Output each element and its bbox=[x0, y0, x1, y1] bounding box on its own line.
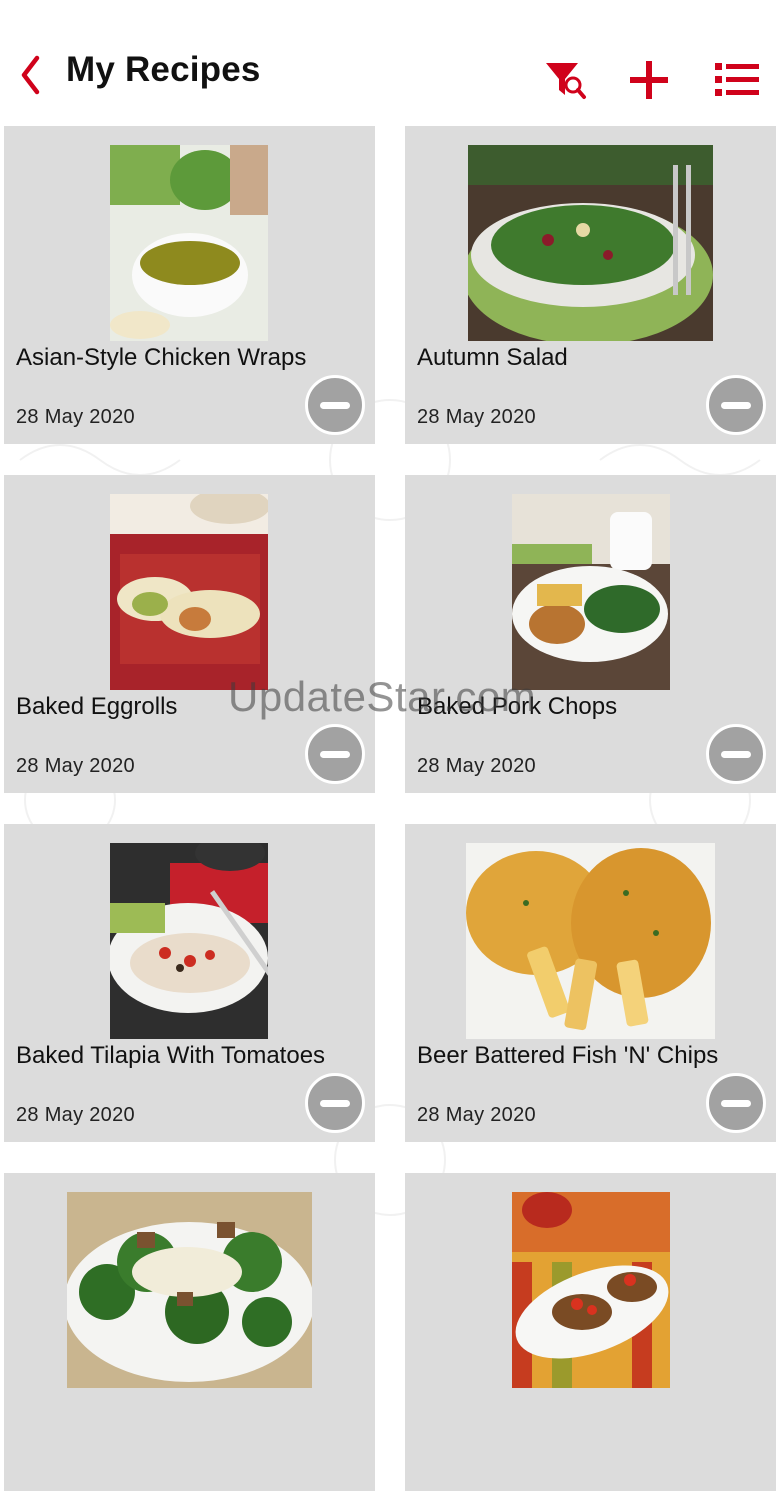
recipe-photo bbox=[110, 843, 268, 1039]
recipe-date: 28 May 2020 bbox=[417, 755, 536, 777]
recipe-title: Baked Pork Chops bbox=[417, 693, 618, 720]
recipe-card[interactable]: Baked Pork Chops 28 May 2020 bbox=[405, 475, 776, 793]
filter-search-icon bbox=[546, 63, 586, 99]
recipe-photo bbox=[110, 494, 268, 690]
remove-recipe-button[interactable] bbox=[706, 724, 766, 784]
remove-recipe-button[interactable] bbox=[305, 1073, 365, 1133]
recipe-date: 28 May 2020 bbox=[417, 1104, 536, 1126]
recipe-card[interactable]: Baked Eggrolls 28 May 2020 bbox=[4, 475, 375, 793]
list-view-icon bbox=[715, 63, 759, 96]
minus-circle-icon bbox=[721, 750, 751, 758]
recipe-photo bbox=[110, 145, 268, 341]
chevron-left-icon bbox=[21, 55, 40, 95]
recipe-title: Baked Tilapia With Tomatoes bbox=[16, 1042, 326, 1069]
back-button[interactable] bbox=[12, 50, 48, 100]
minus-circle-icon bbox=[320, 750, 350, 758]
recipe-date: 28 May 2020 bbox=[16, 406, 135, 428]
minus-circle-icon bbox=[721, 401, 751, 409]
recipe-photo bbox=[512, 494, 670, 690]
page-title: My Recipes bbox=[66, 50, 261, 89]
recipe-photo bbox=[67, 1192, 312, 1388]
recipe-card[interactable]: Beer Battered Fish 'N' Chips 28 May 2020 bbox=[405, 824, 776, 1142]
recipe-card[interactable] bbox=[405, 1173, 776, 1491]
recipe-photo bbox=[466, 843, 715, 1039]
recipe-card[interactable]: Autumn Salad 28 May 2020 bbox=[405, 126, 776, 444]
minus-circle-icon bbox=[721, 1099, 751, 1107]
add-recipe-button[interactable] bbox=[625, 56, 673, 104]
recipe-date: 28 May 2020 bbox=[16, 755, 135, 777]
recipe-card[interactable]: Asian-Style Chicken Wraps 28 May 2020 bbox=[4, 126, 375, 444]
minus-circle-icon bbox=[320, 1099, 350, 1107]
plus-icon bbox=[630, 61, 668, 99]
remove-recipe-button[interactable] bbox=[305, 375, 365, 435]
recipe-date: 28 May 2020 bbox=[16, 1104, 135, 1126]
recipe-photo bbox=[468, 145, 713, 341]
recipe-title: Beer Battered Fish 'N' Chips bbox=[417, 1042, 719, 1069]
minus-circle-icon bbox=[320, 401, 350, 409]
recipe-card[interactable]: Baked Tilapia With Tomatoes 28 May 2020 bbox=[4, 824, 375, 1142]
recipe-photo bbox=[512, 1192, 670, 1388]
filter-search-button[interactable] bbox=[541, 56, 589, 104]
recipe-title: Autumn Salad bbox=[417, 344, 568, 371]
list-view-button[interactable] bbox=[713, 56, 761, 104]
recipe-title: Asian-Style Chicken Wraps bbox=[16, 344, 307, 371]
remove-recipe-button[interactable] bbox=[706, 1073, 766, 1133]
remove-recipe-button[interactable] bbox=[706, 375, 766, 435]
app-header: My Recipes bbox=[0, 0, 780, 125]
recipe-card[interactable] bbox=[4, 1173, 375, 1491]
recipe-date: 28 May 2020 bbox=[417, 406, 536, 428]
remove-recipe-button[interactable] bbox=[305, 724, 365, 784]
recipe-title: Baked Eggrolls bbox=[16, 693, 178, 720]
